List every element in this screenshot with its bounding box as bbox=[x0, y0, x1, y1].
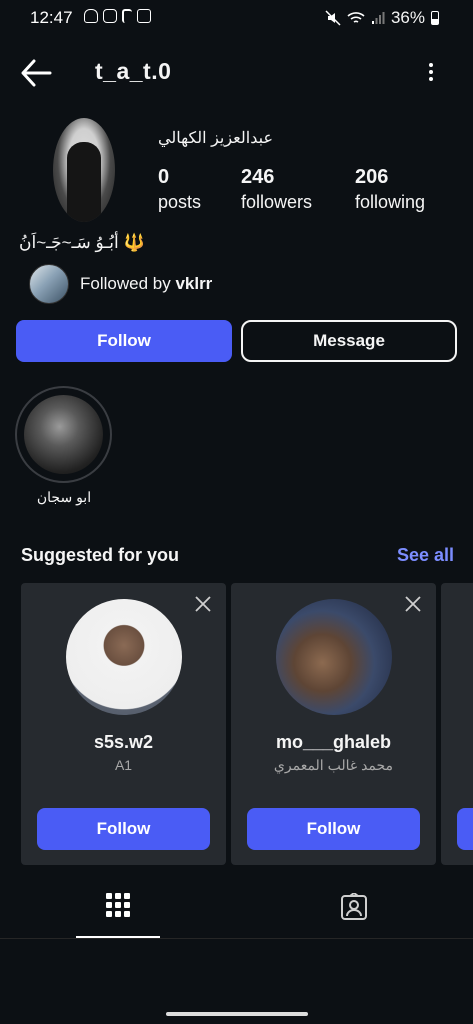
followed-by-avatar[interactable] bbox=[29, 264, 69, 304]
back-arrow-icon[interactable] bbox=[20, 58, 52, 88]
suggestion-card[interactable]: s5s.w2 A1 Follow bbox=[21, 583, 226, 865]
suggestion-username: mo___ghaleb bbox=[275, 732, 392, 752]
profile-avatar[interactable] bbox=[53, 118, 115, 222]
followed-by-username: vklrr bbox=[175, 274, 213, 293]
profile-username: t_a_t.0 bbox=[95, 58, 172, 84]
suggestion-avatar[interactable] bbox=[66, 599, 182, 715]
tagged-tab-icon[interactable] bbox=[340, 893, 368, 921]
suggestion-subtitle: A1 bbox=[114, 757, 133, 773]
instagram-icon bbox=[103, 9, 117, 23]
battery-percent: 36% bbox=[390, 8, 425, 27]
follow-button[interactable]: Follow bbox=[16, 320, 232, 362]
status-right: 36% bbox=[325, 8, 439, 28]
snapchat-icon bbox=[84, 9, 98, 23]
close-icon[interactable] bbox=[194, 595, 212, 613]
stat-followers[interactable]: 246 followers bbox=[241, 166, 312, 213]
suggestion-username: s5s.w2 bbox=[93, 732, 154, 752]
see-all-link[interactable]: See all bbox=[397, 545, 454, 566]
suggestion-card[interactable]: mo___ghaleb محمد غالب المعمري Follow bbox=[231, 583, 436, 865]
grid-tab-icon[interactable] bbox=[106, 893, 130, 917]
suggestion-follow-button[interactable]: Follow bbox=[247, 808, 420, 850]
wifi-icon bbox=[347, 12, 365, 23]
bio: أبُـوُ سَـ~جَـ~اَنُ 🔱 bbox=[19, 233, 153, 253]
highlight-thumbnail[interactable] bbox=[24, 395, 103, 474]
signal-icon bbox=[371, 12, 385, 24]
close-icon[interactable] bbox=[404, 595, 422, 613]
tiktok-icon bbox=[122, 9, 132, 23]
more-options-icon[interactable] bbox=[421, 60, 441, 86]
highlight-label: ابو سجان bbox=[36, 489, 92, 505]
suggestion-avatar[interactable] bbox=[276, 599, 392, 715]
suggestion-follow-button-partial[interactable] bbox=[457, 808, 473, 850]
gallery-icon bbox=[137, 9, 151, 23]
bio-text: أبُـوُ سَـ~جَـ~اَنُ bbox=[19, 233, 119, 252]
status-time: 12:47 bbox=[30, 8, 73, 27]
stat-posts[interactable]: 0 posts bbox=[158, 166, 201, 213]
suggestion-follow-button[interactable]: Follow bbox=[37, 808, 210, 850]
suggested-title: Suggested for you bbox=[21, 545, 180, 565]
followed-by-text[interactable]: Followed by vklrr bbox=[80, 274, 212, 294]
message-button[interactable]: Message bbox=[241, 320, 457, 362]
trident-emoji-icon: 🔱 bbox=[123, 233, 145, 252]
suggestion-subtitle: محمد غالب المعمري bbox=[273, 757, 394, 773]
battery-icon bbox=[431, 11, 439, 25]
home-indicator[interactable] bbox=[166, 1012, 308, 1016]
tabs-divider bbox=[0, 938, 473, 939]
status-notification-icons bbox=[84, 9, 151, 23]
mute-icon bbox=[325, 10, 341, 26]
display-name: عبدالعزيز الكهالي bbox=[158, 130, 273, 147]
stat-following[interactable]: 206 following bbox=[355, 166, 425, 213]
